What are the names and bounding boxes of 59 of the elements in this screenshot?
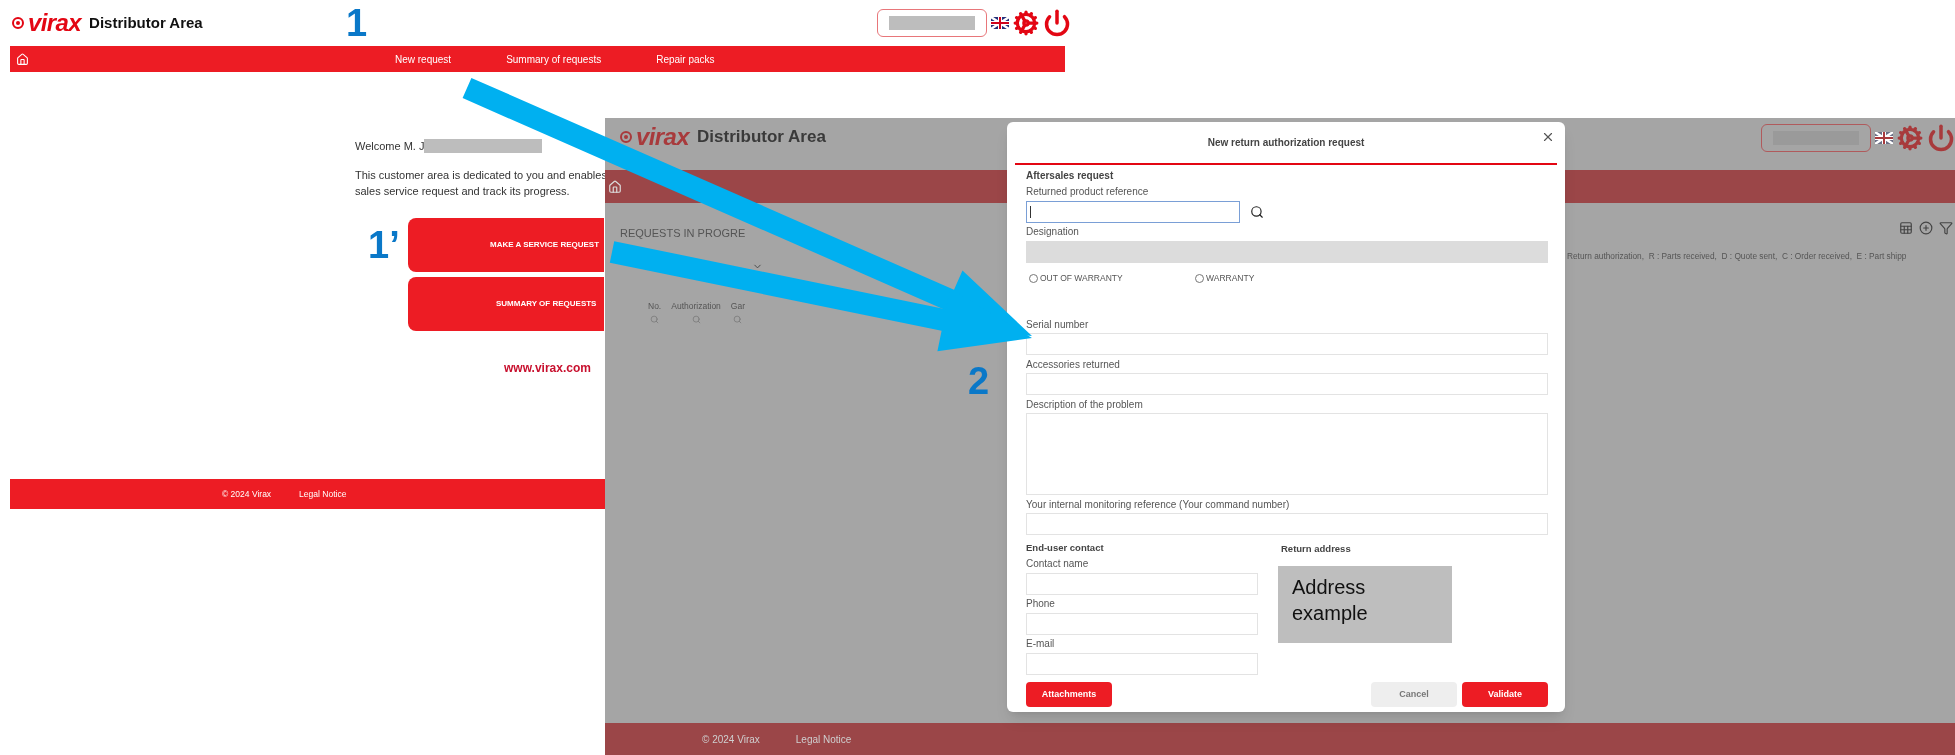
field-label: E-mail: [1026, 637, 1056, 651]
column-header[interactable]: Gar: [730, 300, 746, 313]
dialog-button[interactable]: Cancel: [1371, 682, 1457, 707]
flag-icon[interactable]: [991, 17, 1009, 29]
input-field[interactable]: [1026, 201, 1240, 223]
intro-text: This customer area is dedicated to you and enables: [355, 167, 607, 183]
field-label: Designation: [1026, 225, 1080, 239]
nav-link[interactable]: Repair packs: [656, 51, 715, 67]
search-icon[interactable]: [1250, 205, 1264, 219]
field-label: Serial number: [1026, 318, 1090, 332]
text-cursor: [1030, 206, 1031, 218]
home-icon[interactable]: [608, 179, 622, 194]
footer-text[interactable]: Legal Notice: [795, 731, 852, 747]
flag-icon[interactable]: [1875, 132, 1893, 144]
field-label: Accessories returned: [1026, 358, 1121, 372]
app-title: Distributor Area: [89, 12, 203, 33]
welcome-text: Welcome M. J: [355, 139, 425, 154]
dialog-title: New return authorization request: [1207, 136, 1365, 150]
close-icon[interactable]: [1541, 130, 1555, 144]
field-label: Contact name: [1026, 557, 1090, 571]
logo-text: virax: [636, 124, 690, 149]
settings-icon[interactable]: [1897, 125, 1923, 151]
nav-link[interactable]: New request: [395, 51, 452, 67]
app-title: Distributor Area: [697, 126, 826, 148]
dialog-button[interactable]: Validate: [1462, 682, 1548, 707]
status-legend: Return authorization, R : Parts received, D : Quote sent, C : Order received, E : Part shipp: [1567, 250, 1907, 263]
radio-option[interactable]: OUT OF WARRANTY: [1029, 271, 1195, 285]
field-label: Returned product reference: [1026, 185, 1150, 199]
section-heading: Return address: [1281, 542, 1352, 556]
spreadsheet-icon[interactable]: [1899, 221, 1913, 235]
settings-icon[interactable]: [1013, 10, 1039, 36]
column-header[interactable]: No.: [648, 300, 662, 313]
step-label: 1’: [368, 226, 400, 264]
add-icon[interactable]: [1919, 221, 1933, 235]
footer-text[interactable]: Legal Notice: [299, 487, 347, 501]
step-label: 1: [346, 4, 368, 42]
field-label: Phone: [1026, 597, 1056, 611]
field-label: Your internal monitoring reference (Your command number): [1026, 498, 1291, 512]
power-icon[interactable]: [1043, 9, 1071, 37]
intro-text: sales service request and track its progress.: [355, 183, 570, 199]
field-label: Description of the problem: [1026, 398, 1144, 412]
service-button[interactable]: MAKE A SERVICE REQUEST: [408, 217, 604, 272]
filter-icon[interactable]: [1939, 221, 1953, 235]
footer-text: © 2024 Virax: [222, 487, 272, 501]
power-icon[interactable]: [1927, 124, 1955, 152]
service-button[interactable]: SUMMARY OF REQUESTS: [408, 276, 604, 331]
column-header[interactable]: Authorization: [671, 300, 721, 313]
logo-mark-icon: [12, 17, 24, 29]
section-heading: REQUESTS IN PROGRE: [620, 226, 746, 241]
nav-link[interactable]: Summary of requests: [506, 51, 602, 67]
step-label: 2: [968, 362, 990, 400]
radio-option[interactable]: WARRANTY: [1195, 271, 1255, 285]
section-heading: End-user contact: [1026, 541, 1105, 555]
footer-text: © 2024 Virax: [702, 732, 760, 747]
logo-text: virax: [28, 11, 82, 35]
logo-mark-icon: [620, 130, 632, 143]
address-block: Address example: [1278, 566, 1452, 643]
dialog-button[interactable]: Attachments: [1026, 682, 1112, 707]
section-heading: Aftersales request: [1026, 169, 1115, 183]
